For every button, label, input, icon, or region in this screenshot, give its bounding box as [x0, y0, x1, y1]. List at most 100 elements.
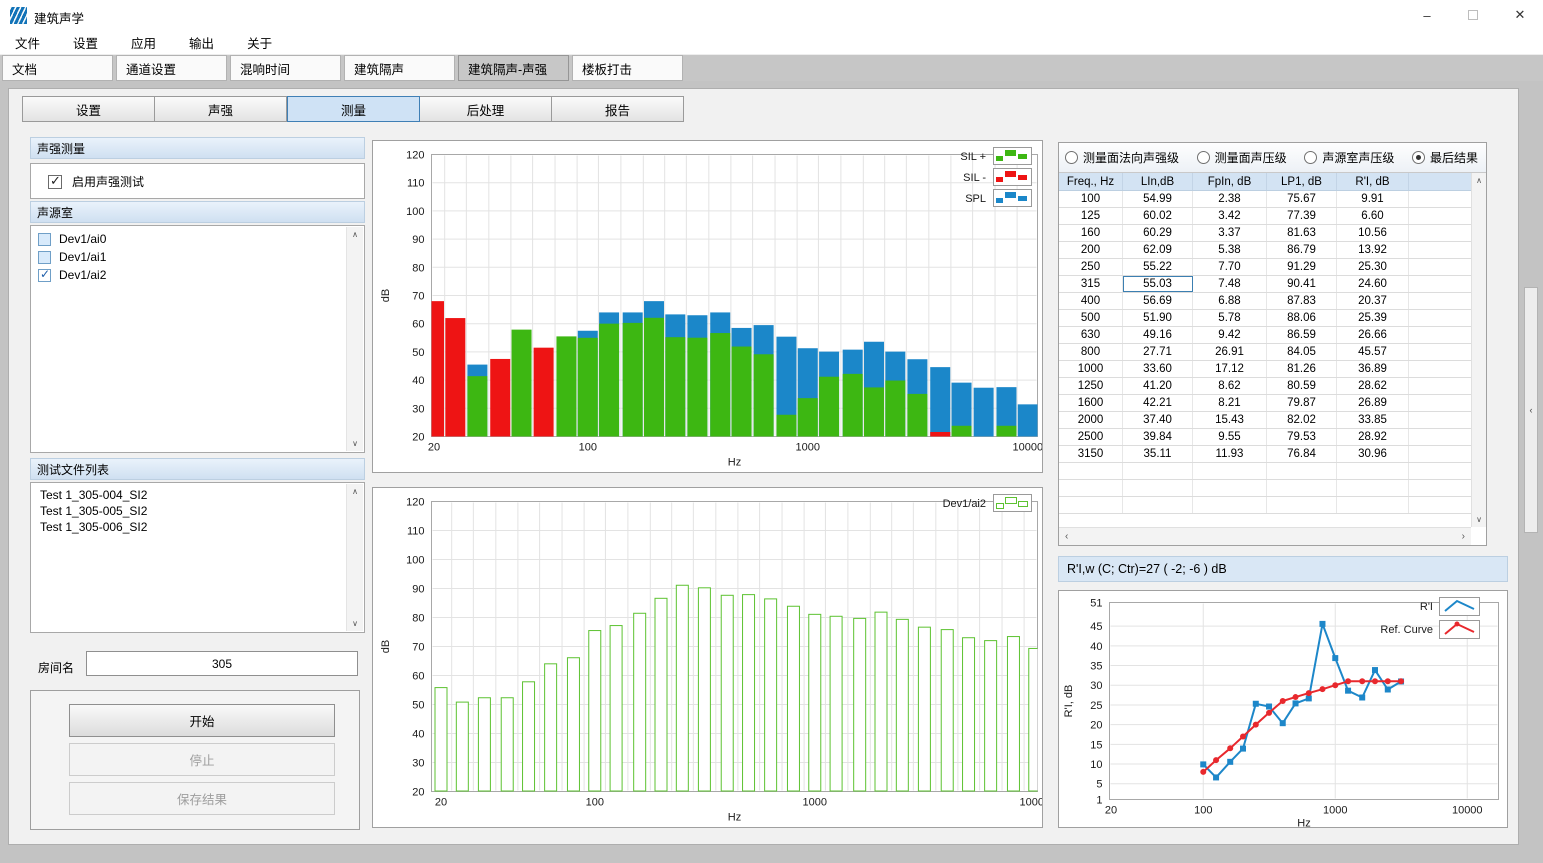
table-cell[interactable]: 33.85 [1337, 412, 1409, 428]
table-cell[interactable]: 8.62 [1193, 378, 1267, 394]
table-cell[interactable]: 33.60 [1123, 361, 1193, 377]
menu-item-3[interactable]: 应用 [128, 31, 159, 54]
table-row[interactable]: 200037.4015.4382.0233.85 [1059, 412, 1472, 429]
table-cell[interactable]: 30.96 [1337, 446, 1409, 462]
channel-item[interactable]: Dev1/ai0 [31, 230, 364, 248]
menu-item-4[interactable]: 输出 [186, 31, 217, 54]
table-cell[interactable]: 400 [1059, 293, 1123, 309]
table-cell[interactable]: 75.67 [1267, 191, 1337, 207]
channel-checkbox[interactable] [38, 269, 51, 282]
table-cell[interactable]: 81.26 [1267, 361, 1337, 377]
tab-2[interactable]: 通道设置 [116, 55, 227, 81]
table-row[interactable]: 40056.696.8887.8320.37 [1059, 293, 1472, 310]
table-cell[interactable]: 77.39 [1267, 208, 1337, 224]
table-cell[interactable]: 91.29 [1267, 259, 1337, 275]
table-cell[interactable]: 79.53 [1267, 429, 1337, 445]
table-row[interactable]: 50051.905.7888.0625.39 [1059, 310, 1472, 327]
tab-3[interactable]: 混响时间 [230, 55, 341, 81]
test-file-item[interactable]: Test 1_305-005_SI2 [31, 503, 364, 519]
table-cell[interactable]: 25.30 [1337, 259, 1409, 275]
table-row[interactable]: 10054.992.3875.679.91 [1059, 191, 1472, 208]
table-cell[interactable]: 86.59 [1267, 327, 1337, 343]
room-name-input[interactable] [86, 651, 358, 676]
test-file-item[interactable]: Test 1_305-004_SI2 [31, 487, 364, 503]
table-cell[interactable]: 26.66 [1337, 327, 1409, 343]
table-cell[interactable]: 76.84 [1267, 446, 1337, 462]
subtab-3[interactable]: 测量 [287, 96, 420, 122]
table-cell[interactable]: 37.40 [1123, 412, 1193, 428]
table-cell[interactable]: 27.71 [1123, 344, 1193, 360]
view-option-radio-2[interactable]: 测量面声压级 [1197, 149, 1287, 166]
menu-item-2[interactable]: 设置 [70, 31, 101, 54]
table-cell[interactable]: 5.78 [1193, 310, 1267, 326]
scroll-down-icon[interactable]: ∨ [1472, 512, 1486, 527]
scroll-down-icon[interactable]: ∨ [347, 616, 363, 631]
table-cell[interactable]: 90.41 [1267, 276, 1337, 292]
table-cell[interactable]: 39.84 [1123, 429, 1193, 445]
file-list-scrollbar[interactable]: ∧ ∨ [346, 484, 363, 631]
table-cell[interactable]: 15.43 [1193, 412, 1267, 428]
table-row[interactable]: 20062.095.3886.7913.92 [1059, 242, 1472, 259]
table-horizontal-scrollbar[interactable]: ‹ › [1059, 527, 1471, 545]
table-cell[interactable]: 79.87 [1267, 395, 1337, 411]
table-cell[interactable]: 26.89 [1337, 395, 1409, 411]
table-cell[interactable]: 2500 [1059, 429, 1123, 445]
scroll-up-icon[interactable]: ∧ [347, 484, 363, 499]
table-row[interactable]: 63049.169.4286.5926.66 [1059, 327, 1472, 344]
table-cell[interactable]: 160 [1059, 225, 1123, 241]
table-cell[interactable]: 41.20 [1123, 378, 1193, 394]
table-cell[interactable]: 17.12 [1193, 361, 1267, 377]
table-cell[interactable]: 1250 [1059, 378, 1123, 394]
menu-item-5[interactable]: 关于 [244, 31, 275, 54]
table-cell[interactable]: 3150 [1059, 446, 1123, 462]
table-cell[interactable]: 35.11 [1123, 446, 1193, 462]
table-row[interactable]: 315035.1111.9376.8430.96 [1059, 446, 1472, 463]
view-option-radio-1[interactable]: 测量面法向声强级 [1065, 149, 1179, 166]
table-cell[interactable]: 7.48 [1193, 276, 1267, 292]
view-option-radio-3[interactable]: 声源室声压级 [1304, 149, 1394, 166]
table-cell[interactable]: 60.02 [1123, 208, 1193, 224]
table-cell[interactable]: 88.06 [1267, 310, 1337, 326]
table-cell[interactable]: 8.21 [1193, 395, 1267, 411]
save-results-button[interactable]: 保存结果 [69, 782, 335, 815]
table-cell[interactable]: 6.88 [1193, 293, 1267, 309]
table-cell[interactable]: 28.62 [1337, 378, 1409, 394]
table-cell[interactable]: 200 [1059, 242, 1123, 258]
table-cell[interactable]: 1000 [1059, 361, 1123, 377]
channel-checkbox[interactable] [38, 233, 51, 246]
table-cell[interactable]: 84.05 [1267, 344, 1337, 360]
start-button[interactable]: 开始 [69, 704, 335, 737]
table-cell[interactable]: 55.03 [1123, 276, 1193, 292]
table-cell[interactable]: 87.83 [1267, 293, 1337, 309]
enable-intensity-checkbox[interactable] [48, 175, 62, 189]
channel-list-scrollbar[interactable]: ∧ ∨ [346, 227, 363, 451]
table-cell[interactable]: 28.92 [1337, 429, 1409, 445]
channel-item[interactable]: Dev1/ai2 [31, 266, 364, 284]
table-cell[interactable]: 26.91 [1193, 344, 1267, 360]
table-cell[interactable]: 81.63 [1267, 225, 1337, 241]
table-cell[interactable]: 100 [1059, 191, 1123, 207]
view-option-radio-4[interactable]: 最后结果 [1412, 149, 1478, 166]
table-cell[interactable]: 5.38 [1193, 242, 1267, 258]
table-row[interactable]: 16060.293.3781.6310.56 [1059, 225, 1472, 242]
table-cell[interactable]: 80.59 [1267, 378, 1337, 394]
table-row[interactable]: 25055.227.7091.2925.30 [1059, 259, 1472, 276]
table-cell[interactable]: 42.21 [1123, 395, 1193, 411]
table-vertical-scrollbar[interactable]: ∧ ∨ [1471, 173, 1486, 527]
scroll-left-icon[interactable]: ‹ [1065, 531, 1068, 542]
table-cell[interactable]: 9.91 [1337, 191, 1409, 207]
table-row[interactable]: 250039.849.5579.5328.92 [1059, 429, 1472, 446]
table-row[interactable]: 80027.7126.9184.0545.57 [1059, 344, 1472, 361]
table-row[interactable]: 160042.218.2179.8726.89 [1059, 395, 1472, 412]
minimize-button[interactable]: – [1404, 0, 1450, 30]
table-cell[interactable]: 9.55 [1193, 429, 1267, 445]
tab-1[interactable]: 文档 [2, 55, 113, 81]
scroll-up-icon[interactable]: ∧ [1472, 173, 1486, 188]
table-cell[interactable]: 2.38 [1193, 191, 1267, 207]
scroll-down-icon[interactable]: ∨ [347, 436, 363, 451]
table-cell[interactable]: 51.90 [1123, 310, 1193, 326]
table-cell[interactable]: 630 [1059, 327, 1123, 343]
column-header[interactable]: LIn,dB [1123, 173, 1193, 190]
maximize-button[interactable] [1450, 0, 1496, 30]
table-cell[interactable]: 36.89 [1337, 361, 1409, 377]
